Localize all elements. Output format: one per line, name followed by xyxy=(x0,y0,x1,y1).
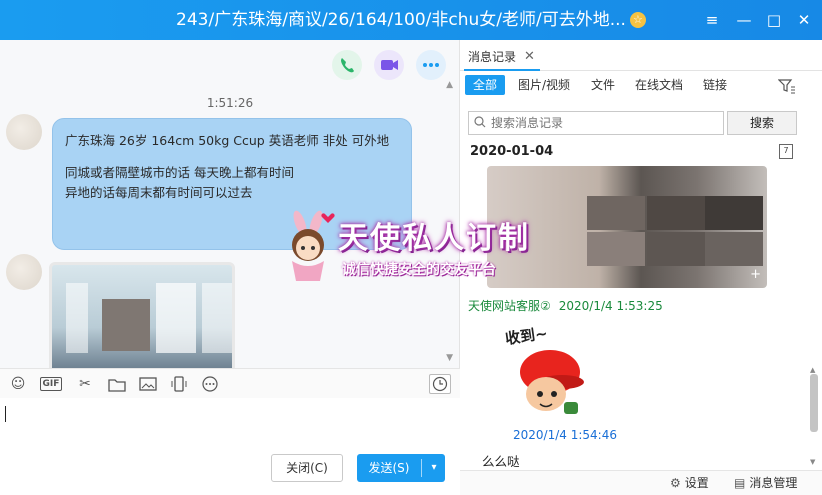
message-line: 异地的话每周末都有时间可以过去 xyxy=(65,185,253,200)
text-caret xyxy=(5,406,6,422)
manage-icon: ▤ xyxy=(734,476,746,490)
settings-button[interactable]: ⚙ 设置 xyxy=(670,475,709,492)
date-heading: 2020-01-04 xyxy=(470,144,554,159)
scissors-icon[interactable]: ✂ xyxy=(76,376,94,392)
send-options-dropdown[interactable]: ▾ xyxy=(423,454,445,482)
filter-links[interactable]: 链接 xyxy=(703,75,727,95)
close-button[interactable]: 关闭(C) xyxy=(271,454,343,482)
image-icon[interactable] xyxy=(139,376,157,392)
window-title-text: 243/广东珠海/商议/26/164/100/非chu女/老师/可去外地... xyxy=(176,10,626,30)
menu-button[interactable]: ≡ xyxy=(702,10,722,30)
more-actions-button[interactable] xyxy=(416,50,446,80)
shake-icon[interactable] xyxy=(170,376,188,392)
message-input[interactable]: 关闭(C) 发送(S) ▾ xyxy=(0,398,460,495)
window-title: 243/广东珠海/商议/26/164/100/非chu女/老师/可去外地... ☆ xyxy=(0,0,822,40)
message-manage-label: 消息管理 xyxy=(749,476,798,490)
expand-icon[interactable]: + xyxy=(750,267,761,282)
watermark-overlay: 天使私人订制 诚信快捷安全的交友平台 xyxy=(272,205,554,285)
video-icon xyxy=(381,60,398,70)
record-time: 2020/1/4 1:53:25 xyxy=(558,299,663,313)
sender-name: 天使网站客服② xyxy=(468,299,551,313)
search-icon xyxy=(474,115,486,132)
history-footer: ⚙ 设置 ▤ 消息管理 xyxy=(460,470,822,495)
message-timestamp: 1:51:26 xyxy=(206,96,254,110)
sticker-image: 收到~ xyxy=(504,324,584,414)
phone-icon xyxy=(341,58,354,73)
settings-label: 设置 xyxy=(684,476,709,490)
scroll-down-icon[interactable]: ▼ xyxy=(446,353,453,363)
input-toolbar: ☺ GIF ✂ xyxy=(0,368,460,398)
tab-message-history[interactable]: 消息记录 xyxy=(468,46,516,68)
filter-docs[interactable]: 在线文档 xyxy=(635,75,683,95)
message-line: 同城或者隔壁城市的话 每天晚上都有时间 xyxy=(65,165,294,180)
mascot-icon xyxy=(292,210,335,281)
voice-call-button[interactable] xyxy=(332,50,362,80)
emoji-icon[interactable]: ☺ xyxy=(9,376,27,392)
sticker-caption: 收到~ xyxy=(504,324,549,348)
watermark-title: 天使私人订制 xyxy=(338,221,530,256)
title-bar: 243/广东珠海/商议/26/164/100/非chu女/老师/可去外地... ☆… xyxy=(0,0,822,40)
star-badge-icon: ☆ xyxy=(629,12,646,28)
maximize-button[interactable]: □ xyxy=(764,10,784,30)
scroll-up-icon[interactable]: ▲ xyxy=(446,80,453,90)
record-message: 么么哒 xyxy=(482,454,520,469)
sticker-message[interactable]: 收到~ xyxy=(500,318,598,420)
scroll-up-icon[interactable]: ▲ xyxy=(810,366,815,374)
message-line: 广东珠海 26岁 164cm 50kg Ccup 英语老师 非处 可外地 xyxy=(65,133,390,148)
message-manage-button[interactable]: ▤ 消息管理 xyxy=(734,475,797,492)
send-button-label: 发送(S) xyxy=(368,461,410,475)
more-tools-icon[interactable] xyxy=(201,376,219,392)
watermark-subtitle: 诚信快捷安全的交友平台 xyxy=(342,262,496,278)
record-time: 2020/1/4 1:54:46 xyxy=(513,428,617,442)
scroll-down-icon[interactable]: ▼ xyxy=(810,458,815,466)
more-icon xyxy=(423,63,439,67)
filter-settings-icon[interactable] xyxy=(777,78,796,98)
blurred-region xyxy=(102,299,150,351)
search-input[interactable] xyxy=(491,114,719,132)
send-button[interactable]: 发送(S) ▾ xyxy=(357,454,445,482)
record-sender-line: 天使网站客服② 2020/1/4 1:53:25 xyxy=(468,297,663,314)
filter-all[interactable]: 全部 xyxy=(465,75,506,95)
filter-files[interactable]: 文件 xyxy=(591,75,615,95)
close-window-button[interactable]: ✕ xyxy=(794,10,814,30)
avatar[interactable] xyxy=(6,114,42,150)
search-input-box[interactable] xyxy=(468,111,724,135)
history-icon[interactable] xyxy=(429,374,451,394)
video-call-button[interactable] xyxy=(374,50,404,80)
gif-icon[interactable]: GIF xyxy=(40,377,62,391)
minimize-button[interactable]: — xyxy=(734,10,754,30)
avatar[interactable] xyxy=(6,254,42,290)
close-tab-icon[interactable]: ✕ xyxy=(524,46,535,68)
search-button[interactable]: 搜索 xyxy=(727,111,797,135)
calendar-icon[interactable]: 7 xyxy=(779,144,793,159)
scrollbar-thumb[interactable] xyxy=(810,374,818,432)
folder-icon[interactable] xyxy=(108,376,126,392)
filter-media[interactable]: 图片/视频 xyxy=(518,75,570,95)
gear-icon: ⚙ xyxy=(670,476,681,490)
